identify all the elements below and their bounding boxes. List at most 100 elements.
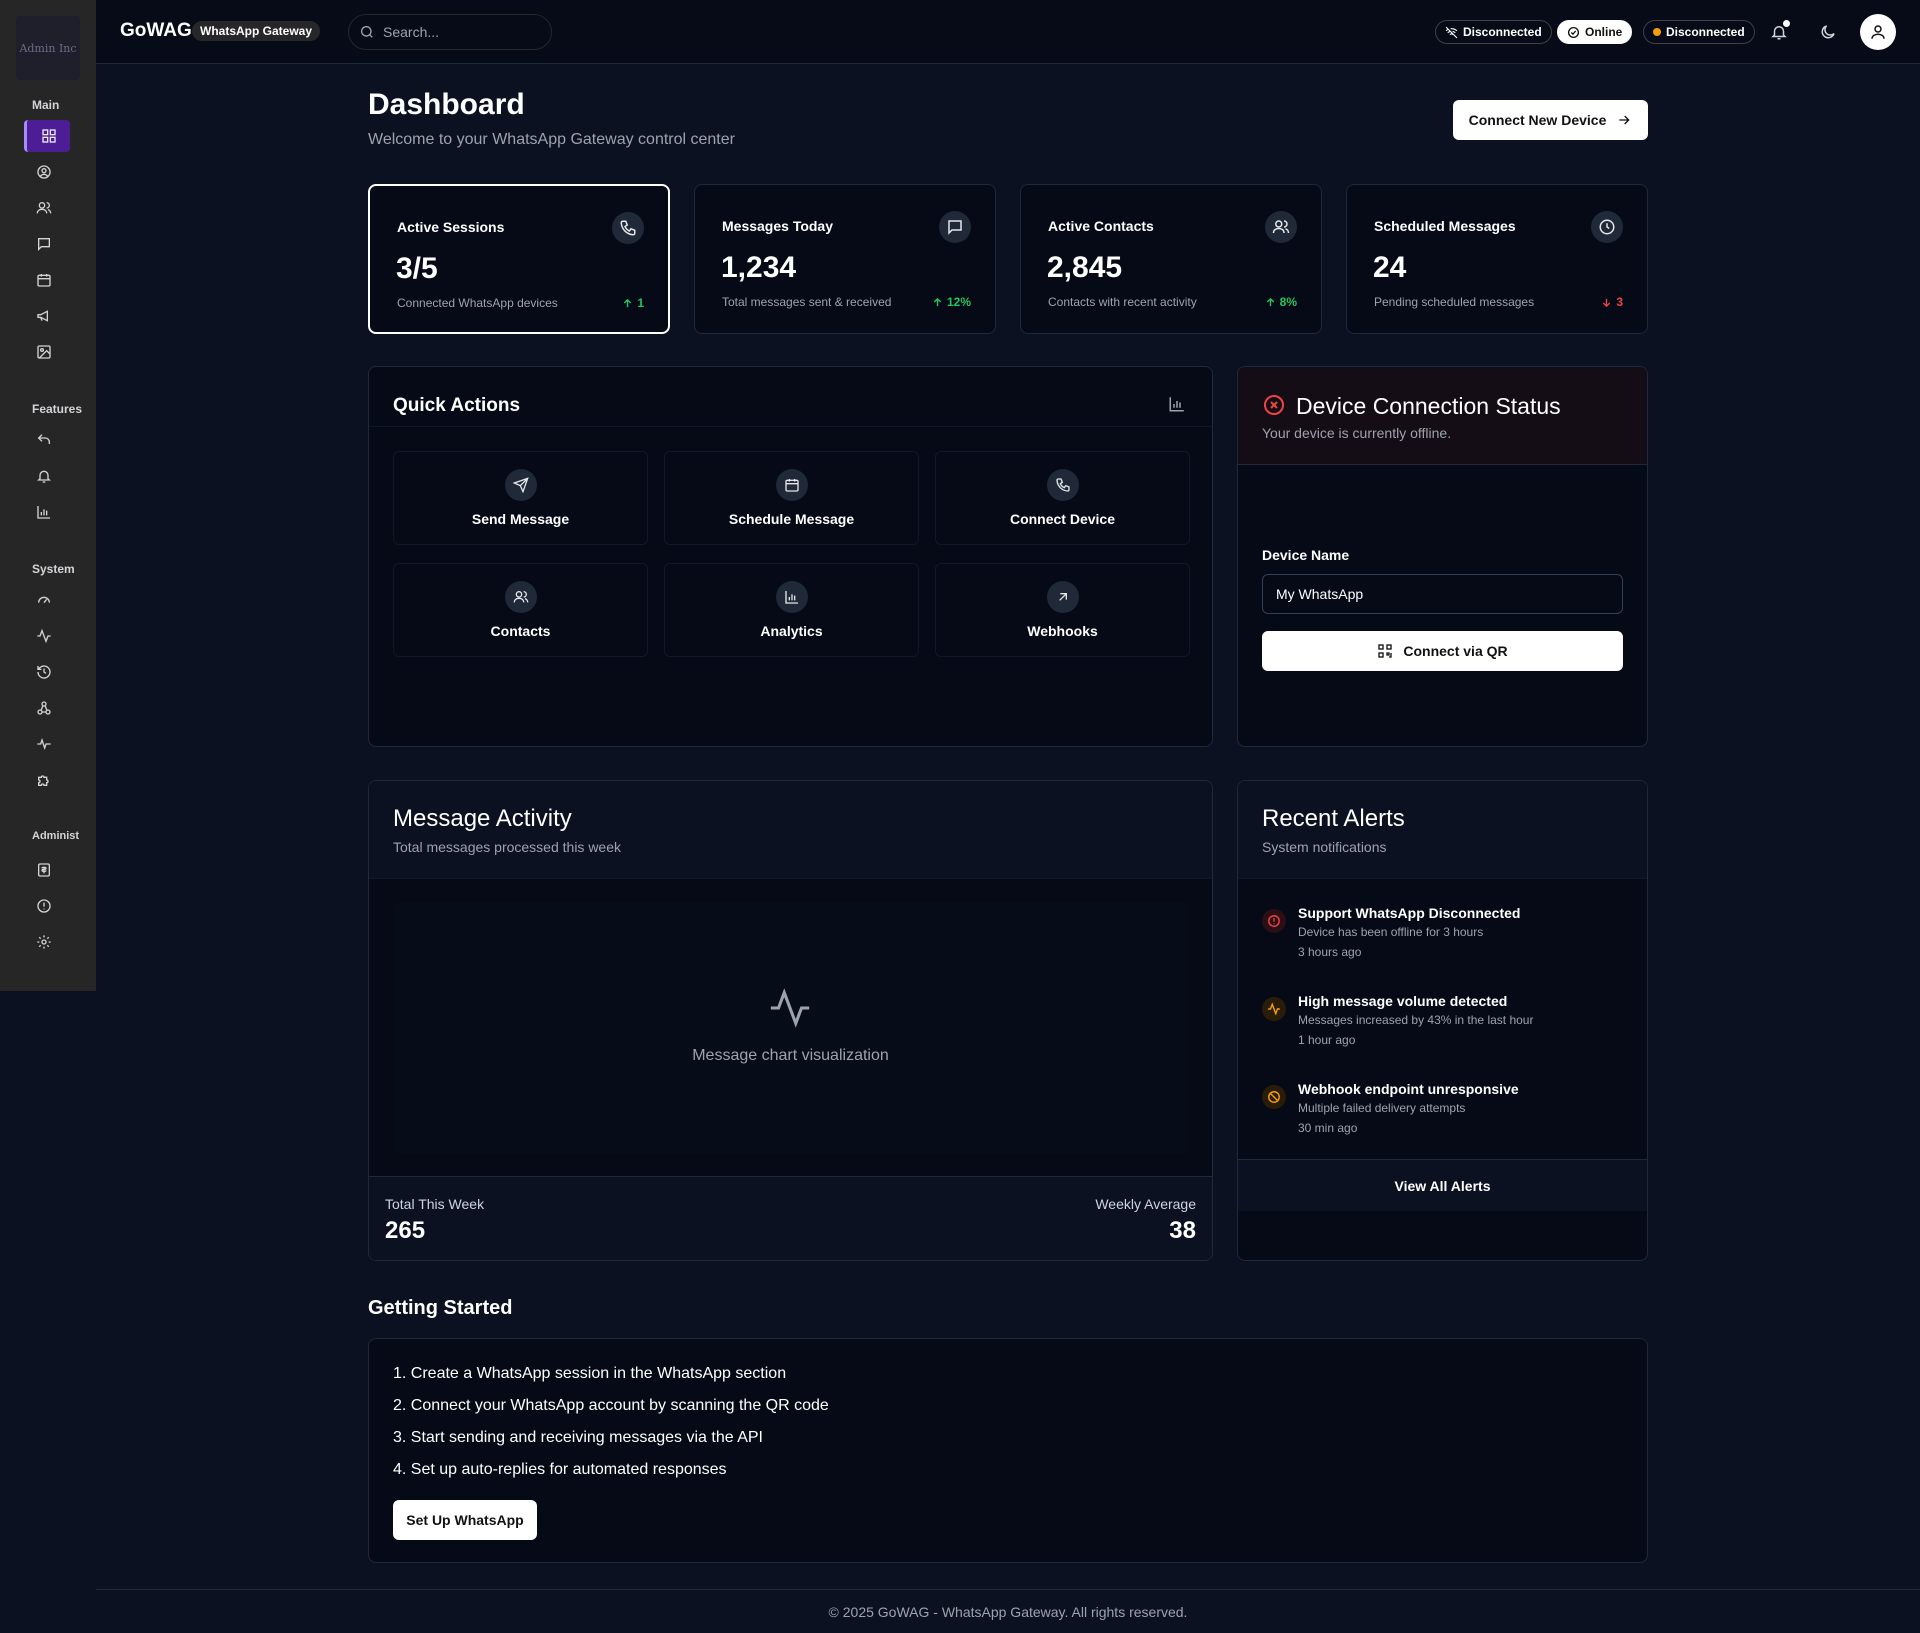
pulse-icon [37, 737, 51, 751]
arrow-up-icon [933, 297, 942, 306]
company-logo[interactable]: Admin Inc [16, 16, 80, 80]
search-placeholder: Search... [383, 24, 440, 40]
phone-icon [612, 212, 644, 244]
bar-chart-icon [775, 581, 808, 613]
bar-chart-icon[interactable] [1168, 395, 1186, 413]
sidebar-item-schedule[interactable] [30, 266, 58, 294]
message-activity-title: Message Activity [393, 805, 572, 832]
sidebar-item-info[interactable] [30, 892, 58, 920]
arrow-right-icon [1619, 115, 1630, 125]
stat-description: Contacts with recent activity [1048, 295, 1197, 309]
weekly-average-value: 38 [1169, 1217, 1196, 1244]
user-icon [1871, 25, 1885, 39]
sidebar: Admin Inc Main Features System Administ [0, 0, 96, 991]
device-status-card: Device Connection Status Your device is … [1237, 366, 1648, 747]
footer: © 2025 GoWAG - WhatsApp Gateway. All rig… [96, 1589, 1920, 1633]
chart-placeholder-text: Message chart visualization [692, 1047, 889, 1064]
check-circle-icon [1567, 26, 1580, 38]
stat-card-active-sessions[interactable]: Active Sessions 3/5 Connected WhatsApp d… [368, 184, 670, 334]
x-circle-icon [1262, 393, 1286, 417]
recent-alerts-subtitle: System notifications [1262, 839, 1387, 855]
device-name-input[interactable]: My WhatsApp [1262, 574, 1623, 614]
quick-action-webhooks[interactable]: Webhooks [935, 563, 1190, 657]
stat-card-scheduled-messages[interactable]: Scheduled Messages 24 Pending scheduled … [1346, 184, 1648, 334]
message-icon [38, 238, 50, 251]
sidebar-item-profile[interactable] [30, 158, 58, 186]
activity-icon [767, 985, 813, 1031]
bell-ring-icon [37, 470, 51, 483]
notifications-button[interactable] [1767, 20, 1791, 44]
sidebar-item-settings[interactable] [30, 928, 58, 956]
sidebar-item-messages[interactable] [30, 230, 58, 258]
moon-icon [1821, 25, 1835, 39]
stat-card-messages-today[interactable]: Messages Today 1,234 Total messages sent… [694, 184, 996, 334]
online-status-pill[interactable]: Online [1557, 20, 1633, 44]
sidebar-item-integrations[interactable] [30, 766, 58, 794]
sidebar-item-media[interactable] [30, 338, 58, 366]
getting-started-step: 2. Connect your WhatsApp account by scan… [393, 1397, 829, 1414]
alert-time: 1 hour ago [1298, 1033, 1356, 1047]
quick-action-schedule-message[interactable]: Schedule Message [664, 451, 919, 545]
sidebar-item-contacts[interactable] [30, 194, 58, 222]
sidebar-item-dashboard[interactable] [24, 120, 70, 152]
activity-icon [1262, 997, 1286, 1021]
sidebar-item-notifications[interactable] [30, 462, 58, 490]
info-icon [37, 899, 51, 913]
page-title: Dashboard [368, 88, 525, 121]
quick-action-connect-device[interactable]: Connect Device [935, 451, 1190, 545]
user-avatar[interactable] [1860, 14, 1896, 50]
connect-via-qr-button[interactable]: Connect via QR [1262, 631, 1623, 671]
users-icon [36, 202, 52, 214]
sidebar-item-performance[interactable] [30, 586, 58, 614]
sidebar-item-analytics[interactable] [30, 498, 58, 526]
stat-card-active-contacts[interactable]: Active Contacts 2,845 Contacts with rece… [1020, 184, 1322, 334]
stat-value: 1,234 [721, 251, 797, 284]
set-up-whatsapp-button[interactable]: Set Up WhatsApp [393, 1500, 537, 1540]
view-all-alerts-button[interactable]: View All Alerts [1238, 1159, 1647, 1211]
stat-trend: 12% [932, 295, 971, 309]
image-icon [37, 345, 51, 359]
sidebar-item-auto-reply[interactable] [30, 426, 58, 454]
theme-toggle-button[interactable] [1816, 20, 1840, 44]
brand-badge: WhatsApp Gateway [192, 21, 321, 41]
gauge-icon [38, 596, 50, 604]
quick-action-contacts[interactable]: Contacts [393, 563, 648, 657]
sidebar-item-broadcast[interactable] [30, 302, 58, 330]
sidebar-item-billing[interactable] [30, 856, 58, 884]
sidebar-section-main: Main [32, 98, 60, 112]
status-dot [1653, 28, 1661, 36]
alert-title: Webhook endpoint unresponsive [1298, 1081, 1519, 1097]
getting-started-step: 1. Create a WhatsApp session in the What… [393, 1365, 787, 1382]
getting-started-step: 4. Set up auto-replies for automated res… [393, 1461, 727, 1478]
search-input[interactable]: Search... [348, 14, 552, 50]
sidebar-item-webhooks[interactable] [30, 694, 58, 722]
chart-placeholder: Message chart visualization [393, 903, 1188, 1153]
sidebar-item-health[interactable] [30, 730, 58, 758]
brand-name[interactable]: GoWAG [120, 20, 192, 42]
ban-icon [1262, 1085, 1286, 1109]
alert-circle-icon [1262, 909, 1286, 933]
connect-new-device-button[interactable]: Connect New Device [1453, 100, 1648, 140]
arrow-up-icon [624, 298, 632, 307]
users-icon [504, 581, 537, 613]
stat-description: Total messages sent & received [722, 295, 892, 309]
bar-chart-icon [37, 506, 50, 519]
stat-title: Active Sessions [397, 219, 505, 235]
sidebar-item-history[interactable] [30, 658, 58, 686]
phone-icon [1046, 469, 1079, 501]
alert-description: Messages increased by 43% in the last ho… [1298, 1013, 1534, 1027]
device-status-title: Device Connection Status [1296, 393, 1561, 419]
stat-title: Messages Today [722, 218, 834, 234]
connection-status-pill[interactable]: Disconnected [1435, 20, 1552, 44]
quick-action-send-message[interactable]: Send Message [393, 451, 648, 545]
alert-time: 30 min ago [1298, 1121, 1358, 1135]
sidebar-section-features: Features [32, 402, 83, 416]
sidebar-section-admin: Administ [32, 830, 80, 842]
calendar-icon [37, 274, 51, 287]
clock-icon [1591, 211, 1623, 243]
grid-icon [41, 129, 56, 143]
quick-action-analytics[interactable]: Analytics [664, 563, 919, 657]
webhook-icon [37, 701, 51, 715]
device-status-pill[interactable]: Disconnected [1643, 20, 1755, 44]
sidebar-item-activity[interactable] [30, 622, 58, 650]
